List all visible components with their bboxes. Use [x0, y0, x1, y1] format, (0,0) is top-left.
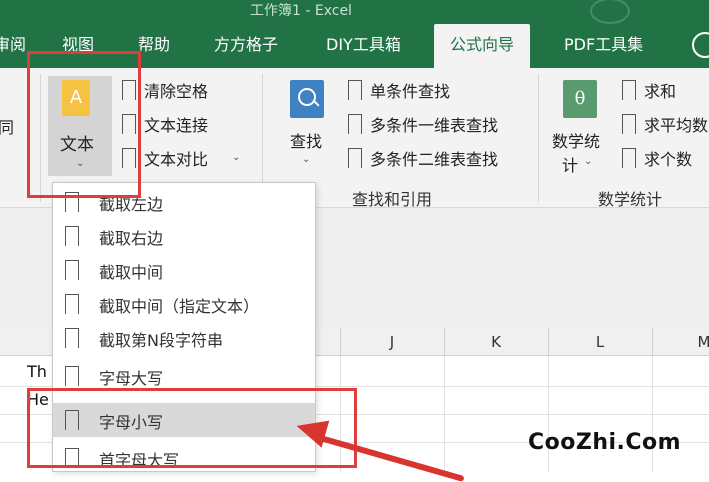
menu-item-label: 截取第N段字符串 — [99, 331, 223, 350]
math-theta-icon[interactable]: θ — [563, 80, 597, 118]
find-group-label: 查找和引用 — [352, 190, 433, 209]
window-title: 工作簿1 - Excel — [250, 3, 352, 19]
clear-spaces-button[interactable]: 清除空格 — [144, 78, 208, 102]
column-header-k[interactable]: K — [444, 328, 548, 356]
multi-condition-2d-lookup-button[interactable]: 多条件二维表查找 — [370, 146, 498, 170]
ribbon-left-partial: 同 — [0, 118, 15, 137]
menu-item-right-substring[interactable]: 截取右边 — [53, 219, 315, 253]
title-decoration — [590, 0, 630, 24]
menu-item-label: 截取右边 — [99, 229, 164, 248]
sum-button[interactable]: 求和 — [644, 78, 676, 102]
find-magnifier-icon[interactable] — [290, 80, 324, 118]
watermark: CooZhi.Com — [528, 430, 682, 455]
ribbon-separator — [538, 74, 539, 202]
bookmark-icon — [348, 80, 362, 100]
bookmark-icon — [348, 148, 362, 168]
multi-condition-1d-lookup-button[interactable]: 多条件一维表查找 — [370, 112, 498, 136]
column-header-m[interactable]: M — [652, 328, 709, 356]
column-header-l[interactable]: L — [548, 328, 652, 356]
average-button[interactable]: 求平均数 — [644, 112, 708, 136]
bookmark-icon — [622, 148, 636, 168]
tab-formula-wizard[interactable]: 公式向导 — [434, 24, 531, 68]
tab-help[interactable]: 帮助 — [138, 24, 170, 68]
cell-value[interactable]: Th — [27, 362, 47, 381]
bookmark-icon — [622, 80, 636, 100]
tab-review[interactable]: 审阅 — [0, 24, 26, 68]
tab-pdf-tools[interactable]: PDF工具集 — [564, 24, 643, 68]
menu-item-label: 字母大写 — [99, 369, 164, 388]
bookmark-icon — [622, 114, 636, 134]
math-button-label-line2[interactable]: 计 — [562, 152, 578, 176]
bookmark-icon — [65, 328, 79, 348]
bookmark-icon — [65, 294, 79, 314]
bookmark-icon — [348, 114, 362, 134]
bookmark-icon — [65, 226, 79, 246]
math-group-label: 数学统计 — [598, 190, 663, 209]
single-condition-lookup-button[interactable]: 单条件查找 — [370, 78, 450, 102]
menu-item-label: 截取中间 — [99, 263, 164, 282]
tab-fangfange[interactable]: 方方格子 — [214, 24, 278, 68]
chevron-down-icon: ⌄ — [584, 156, 593, 167]
column-header-j[interactable]: J — [340, 328, 444, 356]
bookmark-icon — [65, 260, 79, 280]
math-button-label-line1[interactable]: 数学统 — [552, 128, 600, 152]
tab-diy-toolbox[interactable]: DIY工具箱 — [326, 24, 401, 68]
chevron-down-icon: ⌄ — [302, 154, 311, 165]
text-compare-button[interactable]: 文本对比 — [144, 146, 208, 170]
find-button-label[interactable]: 查找 — [290, 128, 322, 152]
text-join-button[interactable]: 文本连接 — [144, 112, 208, 136]
count-button[interactable]: 求个数 — [644, 146, 692, 170]
menu-item-nth-segment[interactable]: 截取第N段字符串 — [53, 321, 315, 355]
lightbulb-icon[interactable] — [692, 32, 709, 58]
menu-item-label: 截取中间（指定文本） — [99, 297, 260, 316]
menu-item-mid-substring[interactable]: 截取中间 — [53, 253, 315, 287]
bookmark-icon — [65, 366, 79, 386]
highlight-box-text-button — [27, 51, 141, 198]
title-bar: 工作簿1 - Excel — [0, 0, 709, 24]
menu-item-mid-by-text[interactable]: 截取中间（指定文本） — [53, 287, 315, 321]
chevron-down-icon[interactable]: ⌄ — [232, 152, 240, 163]
